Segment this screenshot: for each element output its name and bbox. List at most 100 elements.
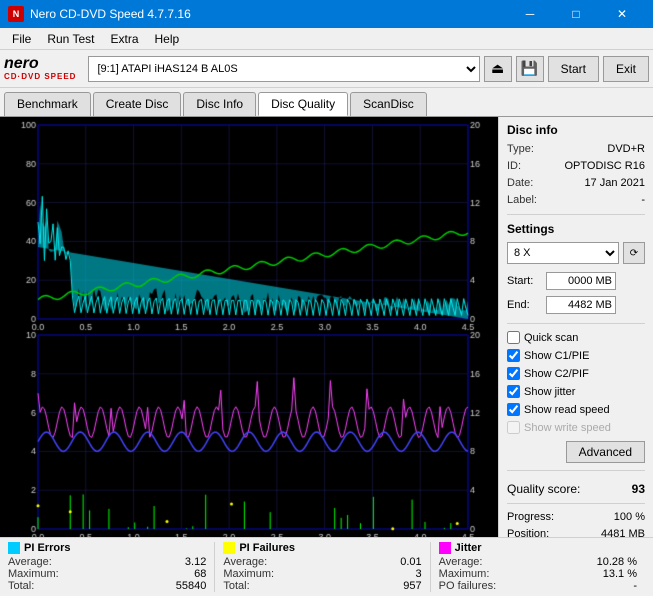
jitter-avg-row: Average: 10.28 % bbox=[439, 556, 637, 568]
disc-date-row: Date: 17 Jan 2021 bbox=[507, 177, 645, 189]
disc-id-row: ID: OPTODISC R16 bbox=[507, 160, 645, 172]
jitter-po-value: - bbox=[633, 580, 637, 592]
pi-failures-header: PI Failures bbox=[223, 542, 421, 554]
pi-errors-header: PI Errors bbox=[8, 542, 206, 554]
show-c1-pie-label: Show C1/PIE bbox=[524, 350, 589, 362]
quick-scan-row: Quick scan bbox=[507, 331, 645, 344]
pi-failures-stat-group: PI Failures Average: 0.01 Maximum: 3 Tot… bbox=[215, 542, 430, 592]
pif-total-row: Total: 957 bbox=[223, 580, 421, 592]
eject-icon-button[interactable]: ⏏ bbox=[484, 56, 512, 82]
close-button[interactable]: ✕ bbox=[599, 0, 645, 28]
toolbar: nero CD·DVD SPEED [9:1] ATAPI iHAS124 B … bbox=[0, 50, 653, 88]
pif-max-label: Maximum: bbox=[223, 568, 274, 580]
speed-refresh-button[interactable]: ⟳ bbox=[623, 242, 645, 264]
exit-button[interactable]: Exit bbox=[603, 56, 649, 82]
speed-selector[interactable]: 8 X bbox=[507, 242, 619, 264]
jitter-po-label: PO failures: bbox=[439, 580, 496, 592]
main-content: Disc info Type: DVD+R ID: OPTODISC R16 D… bbox=[0, 117, 653, 537]
disc-label-value: - bbox=[641, 194, 645, 206]
show-jitter-checkbox[interactable] bbox=[507, 385, 520, 398]
pi-total-row: Total: 55840 bbox=[8, 580, 206, 592]
show-read-speed-label: Show read speed bbox=[524, 404, 610, 416]
maximize-button[interactable]: □ bbox=[553, 0, 599, 28]
pi-errors-color-dot bbox=[8, 542, 20, 554]
end-mb-row: End: bbox=[507, 296, 645, 314]
jitter-avg-value: 10.28 % bbox=[597, 556, 637, 568]
jitter-stat-group: Jitter Average: 10.28 % Maximum: 13.1 % … bbox=[431, 542, 645, 592]
start-mb-input[interactable] bbox=[546, 272, 616, 290]
drive-selector[interactable]: [9:1] ATAPI iHAS124 B AL0S bbox=[88, 56, 479, 82]
pi-failures-color-dot bbox=[223, 542, 235, 554]
advanced-button[interactable]: Advanced bbox=[566, 441, 645, 463]
show-c1-pie-row: Show C1/PIE bbox=[507, 349, 645, 362]
jitter-title: Jitter bbox=[455, 542, 482, 554]
pi-max-label: Maximum: bbox=[8, 568, 59, 580]
jitter-po-row: PO failures: - bbox=[439, 580, 637, 592]
tab-disc-quality[interactable]: Disc Quality bbox=[258, 92, 348, 116]
minimize-button[interactable]: ─ bbox=[507, 0, 553, 28]
menu-run-test[interactable]: Run Test bbox=[39, 30, 102, 48]
jitter-avg-label: Average: bbox=[439, 556, 483, 568]
show-read-speed-checkbox[interactable] bbox=[507, 403, 520, 416]
tab-create-disc[interactable]: Create Disc bbox=[93, 92, 182, 116]
jitter-max-label: Maximum: bbox=[439, 568, 490, 580]
progress-value: 100 % bbox=[614, 511, 645, 523]
disc-label-row: Label: - bbox=[507, 194, 645, 206]
menu-help[interactable]: Help bbox=[147, 30, 188, 48]
settings-title: Settings bbox=[507, 222, 645, 236]
menu-file[interactable]: File bbox=[4, 30, 39, 48]
tab-scan-disc[interactable]: ScanDisc bbox=[350, 92, 427, 116]
show-write-speed-label: Show write speed bbox=[524, 422, 611, 434]
tab-benchmark[interactable]: Benchmark bbox=[4, 92, 91, 116]
quality-score-row: Quality score: 93 bbox=[507, 482, 645, 496]
pi-max-value: 68 bbox=[194, 568, 206, 580]
app-icon: N bbox=[8, 6, 24, 22]
quick-scan-checkbox[interactable] bbox=[507, 331, 520, 344]
quick-scan-label: Quick scan bbox=[524, 332, 578, 344]
start-button[interactable]: Start bbox=[548, 56, 599, 82]
speed-row: 8 X ⟳ bbox=[507, 242, 645, 264]
disc-type-row: Type: DVD+R bbox=[507, 143, 645, 155]
disc-type-value: DVD+R bbox=[607, 143, 645, 155]
pif-total-value: 957 bbox=[403, 580, 421, 592]
show-c2-pif-row: Show C2/PIF bbox=[507, 367, 645, 380]
progress-row: Progress: 100 % bbox=[507, 511, 645, 523]
end-mb-input[interactable] bbox=[546, 296, 616, 314]
show-jitter-row: Show jitter bbox=[507, 385, 645, 398]
pi-errors-title: PI Errors bbox=[24, 542, 70, 554]
jitter-max-value: 13.1 % bbox=[603, 568, 637, 580]
show-read-speed-row: Show read speed bbox=[507, 403, 645, 416]
disc-id-label: ID: bbox=[507, 160, 521, 172]
app-title: Nero CD-DVD Speed 4.7.7.16 bbox=[30, 7, 191, 21]
disc-id-value: OPTODISC R16 bbox=[565, 160, 646, 172]
pi-total-value: 55840 bbox=[176, 580, 207, 592]
quality-score-value: 93 bbox=[632, 482, 645, 496]
jitter-header: Jitter bbox=[439, 542, 637, 554]
pi-failures-title: PI Failures bbox=[239, 542, 295, 554]
disc-date-label: Date: bbox=[507, 177, 533, 189]
start-mb-label: Start: bbox=[507, 275, 542, 287]
disc-info-title: Disc info bbox=[507, 123, 645, 137]
right-panel: Disc info Type: DVD+R ID: OPTODISC R16 D… bbox=[498, 117, 653, 537]
pif-avg-row: Average: 0.01 bbox=[223, 556, 421, 568]
pi-max-row: Maximum: 68 bbox=[8, 568, 206, 580]
show-c2-pif-checkbox[interactable] bbox=[507, 367, 520, 380]
tab-disc-info[interactable]: Disc Info bbox=[183, 92, 256, 116]
save-icon-button[interactable]: 💾 bbox=[516, 56, 544, 82]
progress-label: Progress: bbox=[507, 511, 554, 523]
menu-bar: File Run Test Extra Help bbox=[0, 28, 653, 50]
disc-quality-chart bbox=[0, 117, 498, 537]
nero-logo: nero CD·DVD SPEED bbox=[4, 56, 76, 81]
show-c1-pie-checkbox[interactable] bbox=[507, 349, 520, 362]
disc-type-label: Type: bbox=[507, 143, 534, 155]
end-mb-label: End: bbox=[507, 299, 542, 311]
show-write-speed-checkbox[interactable] bbox=[507, 421, 520, 434]
chart-area bbox=[0, 117, 498, 537]
menu-extra[interactable]: Extra bbox=[102, 30, 146, 48]
window-controls: ─ □ ✕ bbox=[507, 0, 645, 28]
quality-score-label: Quality score: bbox=[507, 482, 580, 496]
pif-avg-value: 0.01 bbox=[400, 556, 421, 568]
pi-avg-label: Average: bbox=[8, 556, 52, 568]
stats-bar: PI Errors Average: 3.12 Maximum: 68 Tota… bbox=[0, 537, 653, 596]
title-bar: N Nero CD-DVD Speed 4.7.7.16 ─ □ ✕ bbox=[0, 0, 653, 28]
